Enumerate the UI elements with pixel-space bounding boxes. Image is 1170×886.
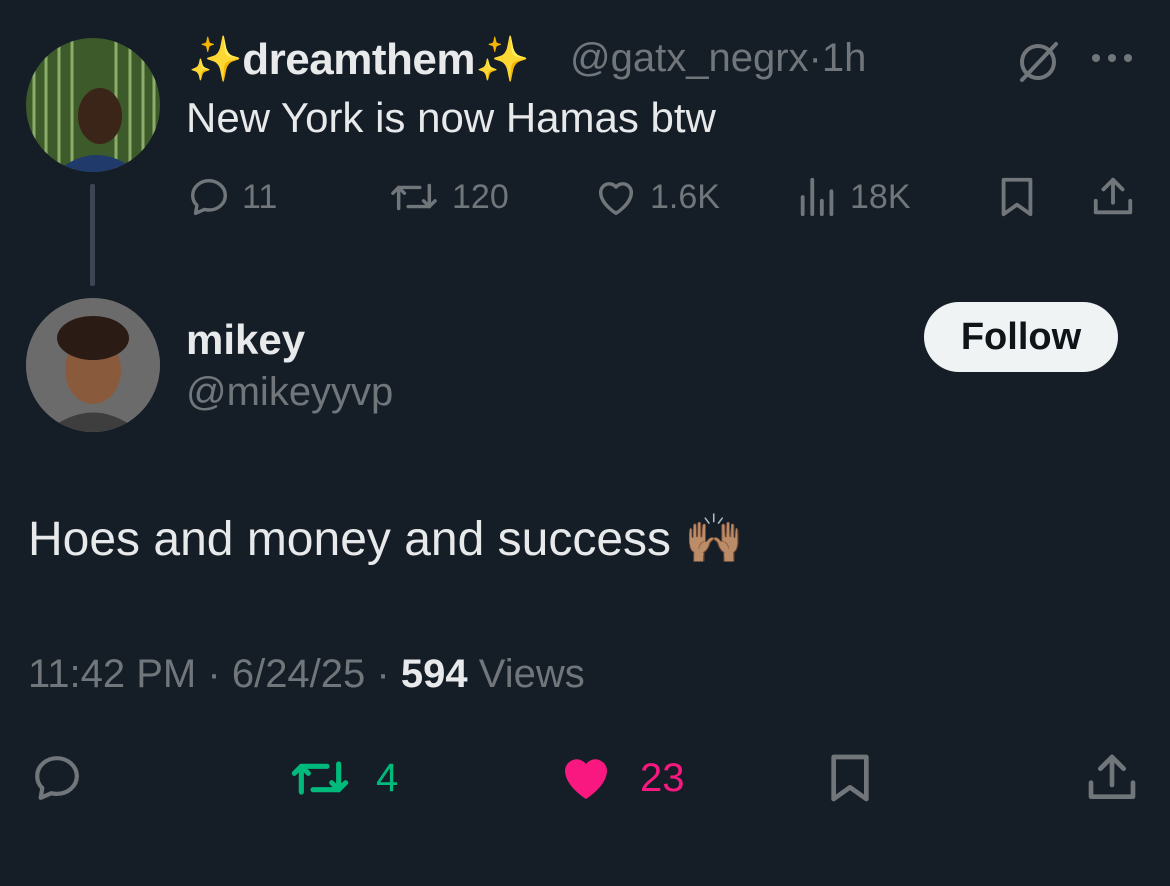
share-icon — [1093, 177, 1133, 215]
timestamp[interactable]: 1h — [822, 36, 867, 80]
tweet-date[interactable]: 6/24/25 — [232, 652, 365, 696]
avatar-image — [26, 38, 160, 172]
separator: · — [376, 652, 390, 696]
repost-action[interactable]: 120 — [386, 172, 509, 222]
handle-and-time: @gatx_negrx·1h — [570, 36, 866, 81]
thread-line — [90, 184, 95, 286]
separator: · — [207, 652, 221, 696]
reply-action[interactable] — [28, 748, 86, 808]
share-button[interactable] — [1084, 748, 1140, 808]
repost-icon — [291, 761, 349, 795]
display-name[interactable]: mikey — [186, 316, 305, 364]
handle[interactable]: @gatx_negrx — [570, 36, 809, 80]
avatar[interactable] — [26, 38, 160, 172]
share-button[interactable] — [1090, 172, 1146, 222]
reply-count: 11 — [242, 177, 278, 216]
views-icon — [800, 177, 834, 217]
bookmark-icon — [831, 754, 869, 802]
more-icon[interactable] — [1086, 40, 1142, 80]
bookmark-button[interactable] — [824, 748, 876, 808]
avatar-image — [26, 298, 160, 432]
like-action[interactable]: 23 — [556, 748, 685, 808]
bookmark-icon — [1001, 177, 1033, 217]
display-name[interactable]: ✨dreamthem✨ — [188, 33, 530, 85]
reply-icon — [190, 178, 228, 216]
avatar[interactable] — [26, 298, 160, 432]
tweet-text-container: Hoes and money and success 🙌🏽 — [28, 510, 744, 567]
heart-filled-icon — [565, 759, 607, 799]
grok-icon[interactable] — [1016, 40, 1060, 84]
heart-icon — [598, 182, 634, 216]
like-action[interactable]: 1.6K — [592, 172, 720, 222]
repost-count: 4 — [376, 755, 399, 800]
bookmark-button[interactable] — [996, 172, 1048, 222]
sparkle-emoji: ✨ — [188, 35, 243, 84]
share-icon — [1088, 754, 1136, 799]
repost-action[interactable]: 4 — [286, 748, 398, 808]
display-name-text: dreamthem — [242, 35, 475, 84]
tweet-text: New York is now Hamas btw — [186, 94, 716, 141]
reply-action[interactable]: 11 — [186, 172, 277, 222]
views-label: Views — [478, 652, 585, 696]
tweet-meta: 11:42 PM · 6/24/25 · 594 Views — [28, 652, 585, 697]
repost-count: 120 — [452, 177, 509, 216]
sparkle-emoji: ✨ — [474, 35, 530, 84]
repost-icon — [391, 183, 437, 211]
views-count: 594 — [400, 652, 468, 696]
views-action[interactable]: 18K — [796, 172, 911, 222]
separator: · — [808, 36, 822, 80]
tweet-time[interactable]: 11:42 PM — [28, 652, 196, 696]
raising-hands-emoji: 🙌🏽 — [684, 513, 745, 566]
reply-icon — [35, 756, 79, 800]
handle[interactable]: @mikeyyvp — [186, 370, 393, 415]
tweet-text: Hoes and money and success — [28, 513, 672, 566]
follow-button[interactable]: Follow — [924, 302, 1118, 372]
like-count: 23 — [640, 755, 685, 800]
like-count: 1.6K — [650, 177, 720, 216]
views-count: 18K — [850, 177, 911, 216]
